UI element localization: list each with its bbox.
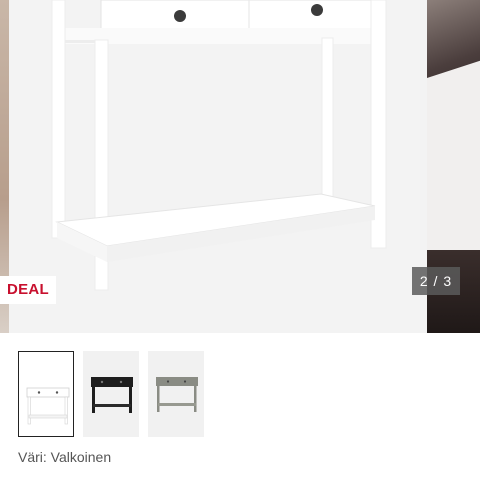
selected-color-label: Väri: Valkoinen	[18, 449, 112, 465]
thumbnail-white[interactable]	[18, 351, 74, 437]
thumbnail-grey[interactable]	[148, 351, 204, 437]
thumbnail-black[interactable]	[83, 351, 139, 437]
product-image-carousel[interactable]: DEAL 2 / 3	[0, 0, 480, 333]
product-image[interactable]	[9, 0, 427, 333]
black-table-thumb-icon	[91, 377, 133, 413]
deal-badge: DEAL	[0, 276, 56, 304]
slide-counter: 2 / 3	[412, 267, 460, 295]
console-table-illustration	[51, 0, 387, 291]
grey-table-thumb-icon	[156, 377, 198, 412]
white-table-thumb-icon	[26, 387, 70, 425]
